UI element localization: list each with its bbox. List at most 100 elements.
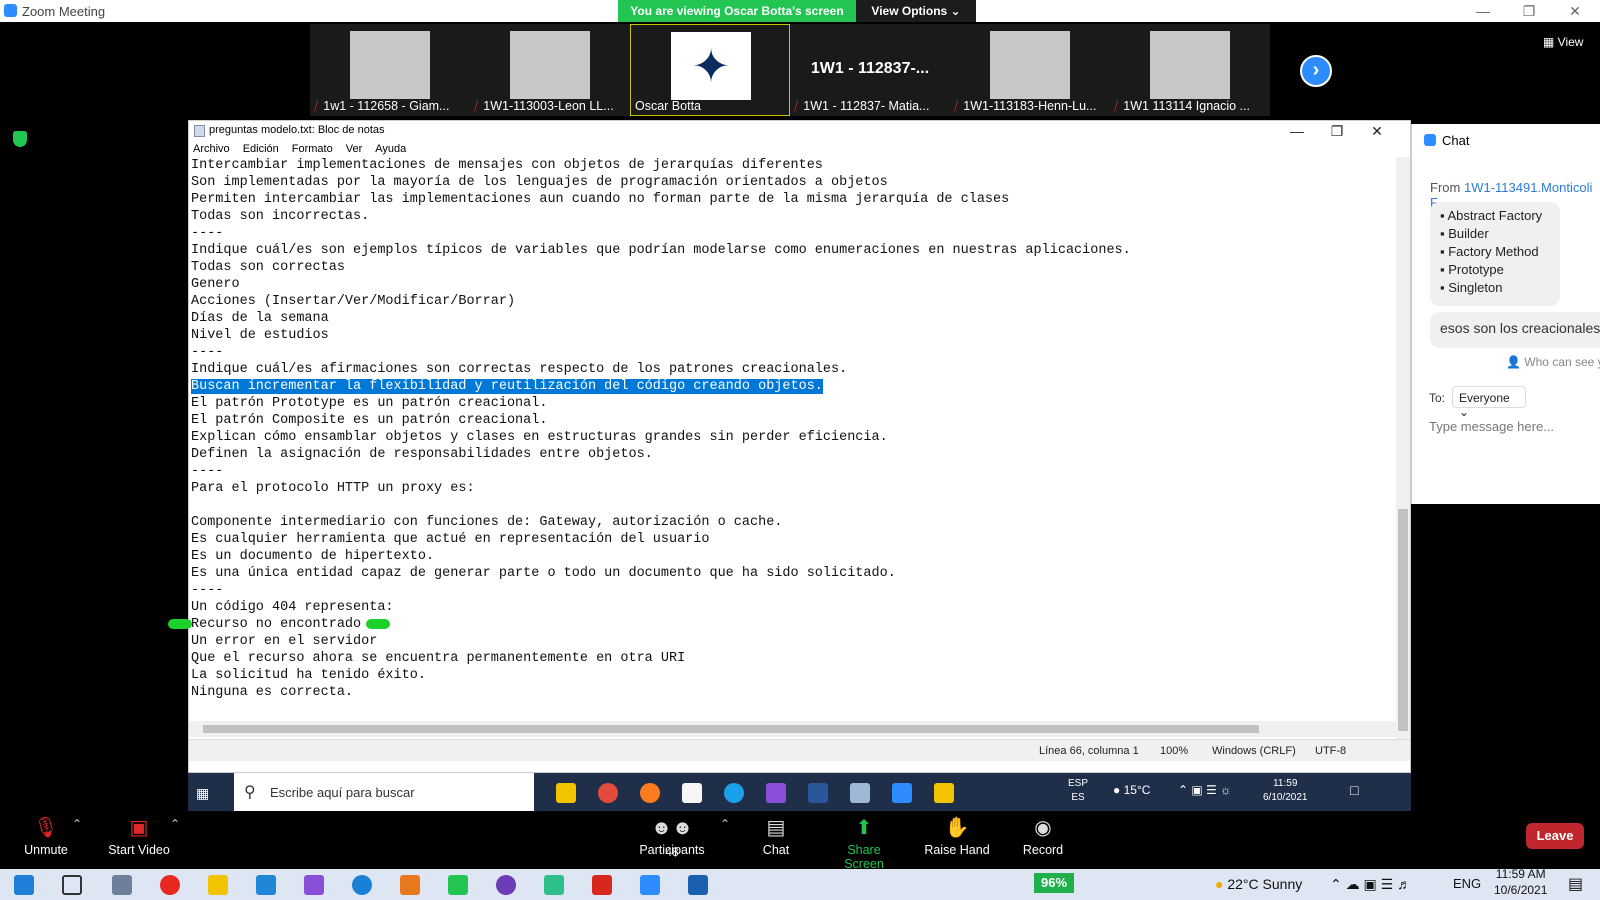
vscode-icon[interactable] [256, 875, 276, 895]
notepad-close-icon[interactable]: ✕ [1357, 121, 1397, 141]
record-button[interactable]: ◉ Record [1020, 817, 1066, 857]
who-can-see-link[interactable]: 👤 Who can see yo [1506, 355, 1600, 369]
security-app-icon[interactable] [682, 783, 702, 803]
horizontal-scroll-thumb[interactable] [203, 725, 1259, 733]
menu-ayuda[interactable]: Ayuda [375, 143, 406, 155]
visual-studio-icon[interactable] [304, 875, 324, 895]
vertical-scrollbar[interactable] [1396, 157, 1410, 739]
visual-studio-icon[interactable] [766, 783, 786, 803]
view-options-button[interactable]: View Options ⌄ [856, 0, 976, 22]
menu-edicion[interactable]: Edición [243, 143, 279, 155]
text-line: Definen la asignación de responsabilidad… [191, 447, 653, 462]
participant-tile[interactable]: ✦ Oscar Botta [630, 24, 790, 116]
sublime-icon[interactable] [400, 875, 420, 895]
menu-formato[interactable]: Formato [292, 143, 333, 155]
chat-button[interactable]: ▤ Chat [756, 817, 796, 857]
close-icon[interactable]: ✕ [1552, 0, 1598, 22]
weather-widget-outer[interactable]: ● 22°C Sunny [1215, 876, 1302, 892]
zoom-taskbar-icon[interactable] [892, 783, 912, 803]
chat-message-input[interactable]: Type message here... [1429, 419, 1554, 434]
notepad-minimize-icon[interactable]: — [1277, 121, 1317, 141]
file-explorer-icon[interactable] [556, 783, 576, 803]
participant-name: ⧸ 1W1 - 112837- Matia... [794, 99, 948, 114]
chat-bubble-icon: ▤ [766, 817, 786, 839]
system-tray-icons[interactable]: ⌃ ☁ ▣ ☰ ♬ [1330, 876, 1411, 893]
start-icon[interactable] [14, 875, 34, 895]
browser-icon[interactable] [352, 875, 372, 895]
start-video-button[interactable]: ▣ Start Video [104, 817, 174, 857]
menu-archivo[interactable]: Archivo [193, 143, 230, 155]
taskbar-search-box[interactable]: ⚲ Escribe aquí para buscar [234, 773, 534, 811]
leave-button[interactable]: Leave [1526, 823, 1584, 849]
share-screen-button[interactable]: ⬆ Share Screen [826, 817, 902, 871]
meeting-controls: 🎙 Unmute ⌃ ▣ Start Video ⌃ ☻☻ 48 Participan… [0, 811, 1600, 871]
edge-icon[interactable] [724, 783, 744, 803]
unmute-button[interactable]: 🎙 Unmute [22, 817, 70, 857]
audio-options-chevron-icon[interactable]: ⌃ [72, 817, 82, 831]
participant-tile[interactable]: ⧸ 1W1 113114 Ignacio ... [1110, 24, 1270, 116]
github-icon[interactable] [496, 875, 516, 895]
participants-button[interactable]: ☻☻ 48 Participants [636, 817, 708, 859]
participant-avatar [510, 31, 590, 99]
weather-temp: 15°C [1123, 783, 1151, 797]
text-line: Nivel de estudios [191, 328, 329, 343]
text-line: Son implementadas por la mayoría de los … [191, 175, 888, 190]
action-center-icon[interactable]: ▤ [1568, 874, 1583, 894]
participants-options-chevron-icon[interactable]: ⌃ [720, 817, 730, 831]
maximize-icon[interactable]: ❐ [1506, 0, 1552, 22]
sticky-app-icon[interactable] [934, 783, 954, 803]
notepad-taskbar-icon[interactable] [850, 783, 870, 803]
taskbar-clock[interactable]: 11:59 6/10/2021 [1263, 777, 1308, 805]
task-view-icon[interactable] [62, 875, 82, 895]
horizontal-scrollbar[interactable] [189, 721, 1397, 737]
battery-indicator[interactable]: 96% [1034, 873, 1074, 893]
notepad-restore-icon[interactable]: ❐ [1317, 121, 1357, 141]
file-explorer-icon[interactable] [208, 875, 228, 895]
clock-date: 6/10/2021 [1263, 792, 1308, 803]
vivaldi-icon[interactable] [592, 875, 612, 895]
status-line-ending: Windows (CRLF) [1212, 745, 1296, 757]
text-line: Buscan incrementar la flexibilidad y reu… [191, 378, 1387, 395]
participant-tile[interactable]: ⧸ 1w1 - 112658 - Giam... [310, 24, 470, 116]
chat-list-item: ▪ Factory Method [1440, 244, 1539, 259]
outer-clock[interactable]: 11:59 AM 10/6/2021 [1494, 866, 1547, 898]
chrome-icon[interactable] [598, 783, 618, 803]
keyboard-language[interactable]: ESP ES [1068, 777, 1088, 805]
whatsapp-icon[interactable] [448, 875, 468, 895]
participant-tile[interactable]: ⧸ 1W1-113183-Henn-Lu... [950, 24, 1110, 116]
word-icon[interactable] [808, 783, 828, 803]
security-shield-icon[interactable] [13, 131, 27, 147]
raise-hand-button[interactable]: ✋ Raise Hand [924, 817, 990, 857]
firefox-icon[interactable] [640, 783, 660, 803]
participant-label: Oscar Botta [635, 99, 701, 113]
notification-icon[interactable]: □ [1350, 782, 1358, 798]
clock-time: 11:59 [1273, 778, 1298, 789]
menu-ver[interactable]: Ver [346, 143, 363, 155]
participant-label: 1W1 - 112837- Matia... [803, 99, 930, 113]
windows-start-icon[interactable]: ▦ [196, 785, 212, 801]
input-language[interactable]: ENG [1453, 876, 1481, 891]
text-line: Es una única entidad capaz de generar pa… [191, 566, 896, 581]
photos-icon[interactable] [688, 875, 708, 895]
opera-icon[interactable] [160, 875, 180, 895]
chat-to-label: To: [1429, 391, 1446, 405]
vertical-scroll-thumb[interactable] [1398, 509, 1408, 731]
chat-title: Chat [1442, 133, 1470, 148]
notepad-title: preguntas modelo.txt: Bloc de notas [209, 124, 385, 136]
minimize-icon[interactable]: — [1460, 0, 1506, 22]
view-button[interactable]: ▦ View [1543, 35, 1583, 49]
weather-widget[interactable]: ● 15°C [1113, 783, 1150, 797]
zoom-app-icon[interactable] [640, 875, 660, 895]
muted-mic-icon: ⧸ [794, 99, 799, 113]
chat-recipient-select[interactable]: Everyone ⌄ [1452, 386, 1526, 419]
participant-tile[interactable]: 1W1 - 112837-... ⧸ 1W1 - 112837- Matia... [790, 24, 950, 116]
start-video-label: Start Video [108, 843, 170, 857]
video-options-chevron-icon[interactable]: ⌃ [170, 817, 180, 831]
snip-tool-icon[interactable] [544, 875, 564, 895]
notepad-text-area[interactable]: Intercambiar implementaciones de mensaje… [191, 157, 1387, 719]
participant-tile[interactable]: ⧸ 1W1-113003-Leon LL... [470, 24, 630, 116]
next-page-icon[interactable]: › [1300, 55, 1332, 87]
calculator-icon[interactable] [112, 875, 132, 895]
tray-icons[interactable]: ⌃ ▣ ☰ ☼ [1178, 783, 1231, 797]
share-screen-icon: ⬆ [855, 817, 873, 839]
